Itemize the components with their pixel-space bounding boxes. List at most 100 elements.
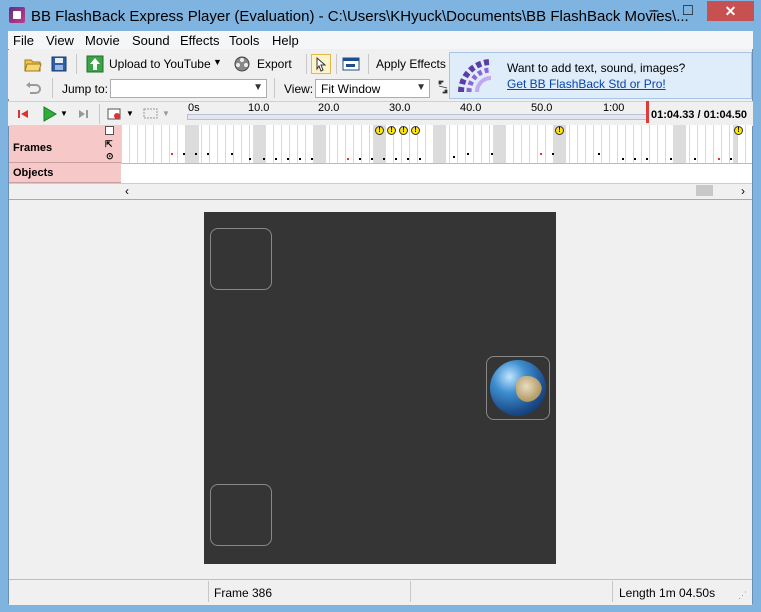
objects-track-label: Objects bbox=[9, 163, 121, 183]
ruler-tick: 1:00 bbox=[603, 102, 625, 114]
frame-shade bbox=[433, 125, 446, 163]
view-label: View: bbox=[284, 82, 314, 96]
toolbar-separator bbox=[52, 78, 53, 98]
length-status: Length 1m 04.50s bbox=[619, 586, 716, 600]
chevron-down-icon[interactable]: ▼ bbox=[126, 109, 134, 118]
click-mark bbox=[183, 153, 185, 155]
cursor-track-icon[interactable]: ⇱ bbox=[105, 139, 113, 150]
event-marker[interactable]: ! bbox=[734, 126, 743, 135]
menu-view[interactable]: View bbox=[46, 33, 74, 48]
upload-icon[interactable] bbox=[86, 55, 104, 73]
save-icon[interactable] bbox=[50, 55, 68, 73]
play-icon[interactable] bbox=[42, 106, 58, 122]
click-mark bbox=[371, 158, 373, 160]
timeline-track[interactable] bbox=[187, 114, 647, 120]
fit-expand-icon[interactable] bbox=[438, 80, 448, 94]
click-mark bbox=[453, 156, 455, 158]
click-mark bbox=[634, 158, 636, 160]
window-icon[interactable] bbox=[342, 55, 360, 73]
click-mark bbox=[552, 153, 554, 155]
app-tile-empty bbox=[210, 484, 272, 546]
ruler-tick: 40.0 bbox=[460, 102, 482, 114]
menu-movie[interactable]: Movie bbox=[85, 33, 120, 48]
app-icon bbox=[9, 7, 25, 23]
click-mark bbox=[467, 153, 469, 155]
chevron-down-icon[interactable]: ▼ bbox=[213, 57, 222, 67]
upload-youtube-button[interactable]: Upload to YouTube bbox=[109, 57, 211, 71]
timeline-scrollbar[interactable]: ‹ › bbox=[121, 183, 752, 199]
frame-shade bbox=[673, 125, 686, 163]
ruler-tick: 30.0 bbox=[389, 102, 411, 114]
toolbar-separator bbox=[336, 54, 337, 74]
event-marker[interactable]: ! bbox=[399, 126, 408, 135]
flashback-logo-icon bbox=[457, 58, 497, 96]
event-marker[interactable]: ! bbox=[411, 126, 420, 135]
app-tile-empty bbox=[210, 228, 272, 290]
toolbar-separator bbox=[76, 54, 77, 74]
scrollbar-thumb[interactable] bbox=[696, 185, 713, 196]
click-mark bbox=[231, 153, 233, 155]
click-mark bbox=[670, 158, 672, 160]
click-mark bbox=[347, 158, 349, 160]
click-mark bbox=[646, 158, 648, 160]
minimize-button[interactable]: – bbox=[637, 1, 671, 23]
menu-bar: File View Movie Sound Effects Tools Help bbox=[8, 31, 753, 49]
event-marker[interactable]: ! bbox=[375, 126, 384, 135]
next-frame-icon[interactable] bbox=[78, 108, 90, 120]
globe-continent bbox=[516, 376, 542, 402]
click-mark bbox=[718, 158, 720, 160]
view-value: Fit Window bbox=[321, 82, 381, 96]
click-mark bbox=[359, 158, 361, 160]
open-folder-icon[interactable] bbox=[24, 55, 42, 73]
undo-icon[interactable] bbox=[24, 79, 42, 97]
close-button[interactable]: ✕ bbox=[707, 1, 754, 21]
cursor-icon[interactable] bbox=[311, 54, 331, 74]
resize-grip-icon[interactable]: ⋰ bbox=[738, 590, 747, 601]
playhead[interactable] bbox=[646, 101, 649, 123]
objects-track[interactable] bbox=[121, 163, 752, 184]
menu-file[interactable]: File bbox=[13, 33, 34, 48]
toolbar-separator bbox=[306, 54, 307, 74]
scroll-left-icon[interactable]: ‹ bbox=[125, 184, 129, 198]
time-readout: 01:04.33 / 01:04.50 bbox=[651, 109, 748, 121]
ad-message: Want to add text, sound, images? bbox=[507, 61, 686, 75]
click-mark bbox=[275, 158, 277, 160]
chevron-down-icon[interactable]: ▼ bbox=[60, 109, 68, 118]
event-marker[interactable]: ! bbox=[555, 126, 564, 135]
jump-to-combo[interactable]: ▼ bbox=[110, 79, 267, 98]
menu-effects[interactable]: Effects bbox=[180, 33, 220, 48]
toolbar-separator bbox=[368, 54, 369, 74]
globe-sphere bbox=[490, 360, 546, 416]
click-mark bbox=[311, 158, 313, 160]
click-mark bbox=[694, 158, 696, 160]
click-mark bbox=[540, 153, 542, 155]
upgrade-link[interactable]: Get BB FlashBack Std or Pro! bbox=[507, 77, 666, 91]
menu-tools[interactable]: Tools bbox=[229, 33, 259, 48]
app-window: BB FlashBack Express Player (Evaluation)… bbox=[0, 0, 761, 612]
frame-shade bbox=[313, 125, 326, 163]
record-icon[interactable] bbox=[107, 107, 121, 121]
maximize-button[interactable]: □ bbox=[671, 1, 705, 23]
menu-sound[interactable]: Sound bbox=[132, 33, 170, 48]
ruler-tick: 0s bbox=[188, 102, 200, 114]
frame-status: Frame 386 bbox=[214, 586, 273, 600]
click-mark bbox=[395, 158, 397, 160]
caption-icon[interactable] bbox=[143, 107, 159, 121]
event-marker[interactable]: ! bbox=[387, 126, 396, 135]
menu-help[interactable]: Help bbox=[272, 33, 299, 48]
chevron-down-icon[interactable]: ▼ bbox=[162, 109, 170, 118]
mouse-click-icon[interactable]: ⊙ bbox=[106, 151, 114, 162]
scroll-right-icon[interactable]: › bbox=[741, 184, 745, 198]
toolbar-separator bbox=[274, 78, 275, 98]
jump-to-label: Jump to: bbox=[62, 82, 109, 96]
navigation-toolbar: Jump to: ▼ View: Fit Window ▼ bbox=[8, 77, 448, 99]
apply-effects-button[interactable]: Apply Effects bbox=[376, 57, 446, 71]
export-button[interactable]: Export bbox=[257, 57, 292, 71]
frame-icon[interactable] bbox=[105, 126, 114, 135]
click-mark bbox=[171, 153, 173, 155]
click-mark bbox=[207, 153, 209, 155]
click-mark bbox=[263, 158, 265, 160]
view-select[interactable]: Fit Window ▼ bbox=[315, 79, 430, 98]
rewind-icon[interactable] bbox=[17, 108, 29, 120]
export-film-icon[interactable] bbox=[233, 55, 251, 73]
